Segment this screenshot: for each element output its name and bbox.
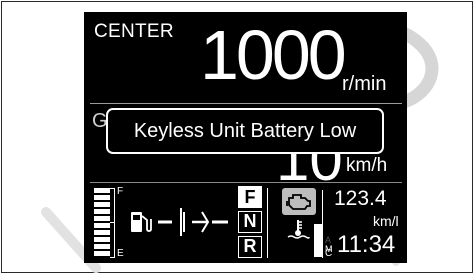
- fuel-segment: [94, 216, 110, 221]
- fuel-empty-label: E: [117, 248, 124, 259]
- fuel-scale-line: [114, 188, 115, 258]
- fuel-segment: [94, 202, 110, 207]
- gear-indicator: F N R: [238, 186, 264, 260]
- upper-divider: [90, 103, 402, 104]
- fuel-scale-tick: [110, 222, 115, 223]
- gear-forward: F: [238, 186, 262, 208]
- gear-neutral: N: [238, 211, 262, 233]
- lower-divider: [90, 182, 402, 183]
- fuel-segment: [94, 195, 110, 200]
- fuel-segment: [94, 244, 110, 249]
- pm-label: M: [325, 244, 333, 254]
- fuel-pump-icon: [131, 212, 152, 232]
- engine-warning-icon: [286, 194, 311, 210]
- trim-indicator-icon: [158, 208, 228, 236]
- gear-reverse: R: [238, 236, 262, 258]
- fuel-segment: [94, 251, 110, 256]
- temperature-level-bar: [314, 224, 322, 257]
- display-mode-label: CENTER: [94, 21, 174, 42]
- speed-unit: km/h: [346, 155, 388, 176]
- coolant-temperature-icon: [287, 220, 310, 239]
- clock-time: 11:34: [337, 231, 396, 258]
- fuel-segment: [94, 188, 110, 193]
- engine-rpm-value: 1000: [200, 16, 347, 94]
- engine-rpm-unit: r/min: [342, 73, 387, 95]
- fuel-segment: [94, 223, 110, 228]
- notice-text: Keyless Unit Battery Low: [133, 119, 357, 142]
- fuel-scale-tick: [110, 257, 115, 258]
- am-pm-indicator: A M: [325, 236, 333, 254]
- fuel-economy-unit: km/l: [373, 213, 399, 229]
- keyless-battery-notice: Keyless Unit Battery Low: [106, 108, 384, 154]
- fuel-segment: [94, 237, 110, 242]
- fuel-full-label: F: [117, 186, 124, 197]
- fuel-segment: [94, 230, 110, 235]
- temperature-scale-line: [322, 190, 323, 258]
- fuel-scale-tick: [110, 188, 115, 189]
- gear-divider: [267, 188, 268, 258]
- instrument-display: CENTER 1000 r/min G 10 km/h Keyless Unit…: [84, 12, 407, 263]
- fuel-economy-value: 123.4: [334, 187, 387, 210]
- fuel-segment: [94, 209, 110, 214]
- engine-warning-badge: [282, 188, 316, 215]
